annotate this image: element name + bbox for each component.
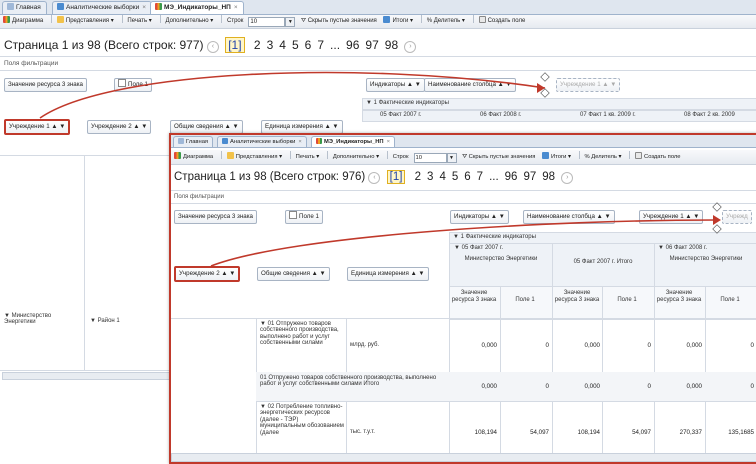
drop-marker-icon [540,88,550,98]
drop-marker-icon [712,202,722,212]
drop-marker-icon [540,72,550,82]
drag-arrow [210,219,717,267]
drag-arrows [210,202,722,267]
arrow-head [537,83,545,93]
front-window: Главная Аналитические выборки × МЭ_Индика… [169,133,756,464]
drop-marker-icon [712,224,722,234]
arrow-head [713,215,721,225]
drag-arrow [39,71,546,119]
